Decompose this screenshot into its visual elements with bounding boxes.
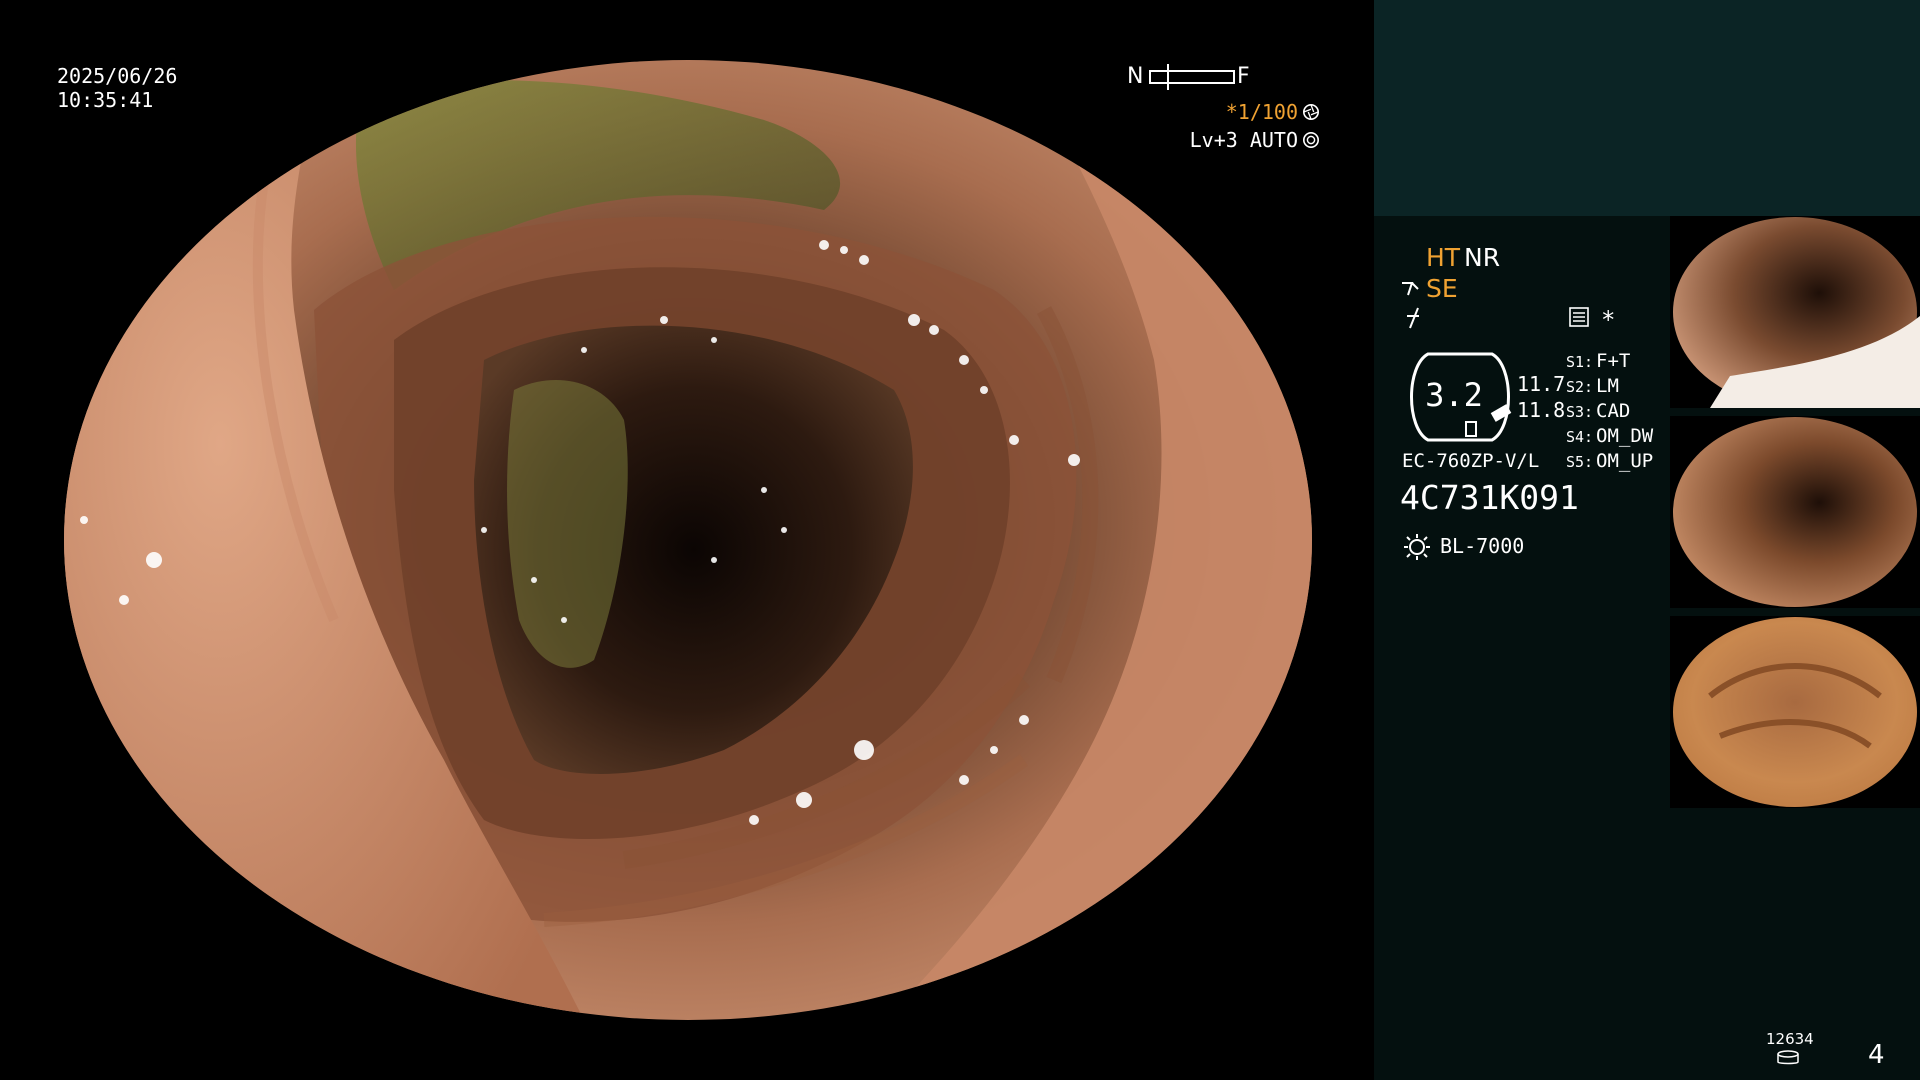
switch-key: S2:: [1566, 378, 1594, 396]
tool-icon: [1402, 282, 1419, 296]
switch-value: F+T: [1596, 350, 1631, 372]
scope-model: EC-760ZP-V/L: [1402, 450, 1540, 472]
aperture-icon: [1302, 103, 1320, 121]
captured-thumbnail[interactable]: [1670, 616, 1920, 808]
switch-key: S4:: [1566, 428, 1594, 446]
shutter-speed-text: *1/100: [1225, 100, 1298, 124]
switch-setting-item: S2: LM: [1566, 375, 1653, 400]
scope-serial-number: 4C731K091: [1400, 478, 1579, 517]
image-count: 12634: [1766, 1030, 1814, 1048]
focus-marker: [1167, 64, 1169, 90]
ht-mode-label: HT: [1426, 243, 1461, 272]
mode-icon: [1407, 307, 1419, 329]
panel-header-area: [1374, 0, 1920, 216]
settings-icon: [1569, 307, 1589, 327]
switch-setting-item: S3: CAD: [1566, 400, 1653, 425]
switch-value: CAD: [1596, 400, 1631, 422]
switch-setting-item: S5: OM_UP: [1566, 450, 1653, 475]
switch-setting-item: S4: OM_DW: [1566, 425, 1653, 450]
nr-mode-label: NR: [1464, 243, 1501, 272]
brightness-level-row: Lv+3 AUTO: [1190, 128, 1320, 152]
page-number: 4: [1868, 1040, 1885, 1070]
focus-bar: [1149, 70, 1235, 84]
switch-key: S1:: [1566, 353, 1594, 371]
storage-icon: [1777, 1050, 1799, 1065]
switch-value: OM_DW: [1596, 425, 1654, 447]
info-side-panel: HT NR SE * 3.2 11.7 11.8 S1: F+T S2: LM …: [1374, 0, 1920, 1080]
gauge-value: 3.2: [1425, 376, 1483, 414]
se-mode-label: SE: [1426, 274, 1458, 303]
value-bottom: 11.8: [1517, 398, 1566, 422]
shutter-speed-row: *1/100: [1226, 100, 1320, 124]
endoscopic-image: [64, 60, 1312, 1020]
captured-thumbnail[interactable]: [1670, 216, 1920, 408]
near-label: N: [1127, 64, 1144, 89]
star-indicator: *: [1601, 306, 1616, 334]
near-far-focus-indicator: N F: [1127, 64, 1255, 90]
brightness-level-text: Lv+3 AUTO: [1189, 128, 1298, 152]
far-label: F: [1237, 64, 1250, 89]
light-source-icon: [1404, 534, 1430, 560]
switch-setting-item: S1: F+T: [1566, 350, 1653, 375]
switch-value: LM: [1596, 375, 1619, 397]
captured-thumbnail[interactable]: [1670, 416, 1920, 608]
scope-switch-settings: S1: F+T S2: LM S3: CAD S4: OM_DW S5: OM_…: [1566, 350, 1653, 475]
iris-icon: [1302, 131, 1320, 149]
exam-date: 2025/06/26: [57, 64, 178, 88]
exam-time: 10:35:41: [57, 88, 154, 112]
switch-key: S3:: [1566, 403, 1594, 421]
switch-key: S5:: [1566, 453, 1594, 471]
light-source-model: BL-7000: [1440, 534, 1525, 558]
value-top: 11.7: [1517, 372, 1566, 396]
endoscope-main-view: 2025/06/26 10:35:41 N F *1/100 Lv+3 AUTO: [0, 0, 1374, 1080]
switch-value: OM_UP: [1596, 450, 1654, 472]
